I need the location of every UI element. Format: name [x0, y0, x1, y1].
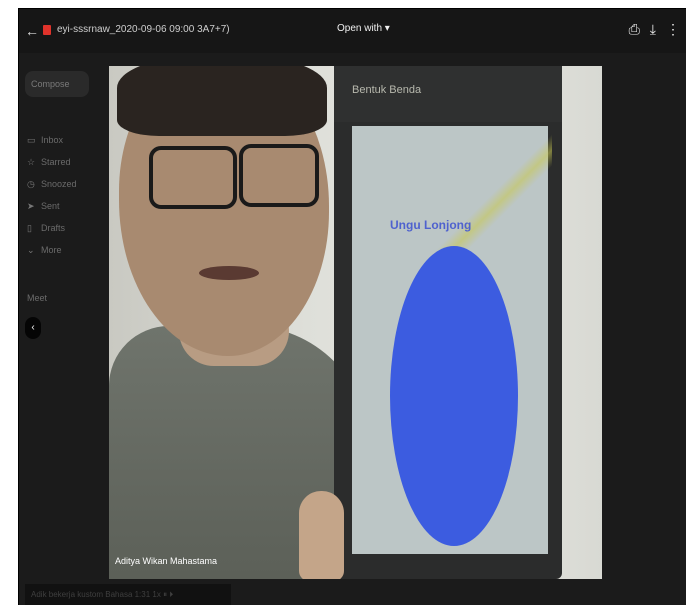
video-file-icon	[43, 25, 51, 35]
collapse-panel-button[interactable]: ‹	[25, 317, 41, 339]
open-with-button[interactable]: Open with ▾	[331, 21, 396, 36]
draft-icon: ▯	[27, 223, 32, 233]
chevron-icon: ⌄	[27, 245, 35, 255]
file-name: eyi-sssrnaw_2020-09-06 09:00 3A7+7)	[57, 24, 230, 35]
clock-icon: ◷	[27, 179, 35, 189]
inbox-icon: ▭	[27, 135, 36, 145]
blue-oval-shape	[390, 246, 518, 546]
playback-controls-bar[interactable]: Adik bekerja kustom Bahasa 1:31 1x ⏸ ⏵	[25, 584, 231, 605]
background-gmail-right	[616, 53, 686, 605]
viewer-toolbar: ← eyi-sssrnaw_2020-09-06 09:00 3A7+7) Op…	[19, 9, 686, 53]
toolbar-actions: ⎙ ⤓ ⋮	[629, 21, 680, 38]
person-mouth	[199, 266, 259, 280]
sidebar-item-drafts[interactable]: ▯ Drafts	[27, 223, 65, 234]
phone-app-canvas: Ungu Lonjong	[352, 126, 552, 554]
sidebar-item-sent[interactable]: ➤ Sent	[27, 201, 60, 212]
video-player[interactable]: Bentuk Benda Ungu Lonjong Aditya Wikan M…	[109, 66, 602, 579]
glasses-left-lens	[149, 146, 237, 209]
print-icon[interactable]: ⎙	[629, 21, 640, 38]
sidebar-meet-label: Meet	[27, 293, 48, 303]
sidebar-item-starred[interactable]: ☆ Starred	[27, 157, 71, 168]
person-hair	[117, 66, 327, 136]
video-viewer-window: ← eyi-sssrnaw_2020-09-06 09:00 3A7+7) Op…	[18, 8, 686, 605]
back-arrow-icon[interactable]: ←	[25, 23, 39, 39]
download-icon[interactable]: ⤓	[650, 21, 656, 38]
glasses-right-lens	[239, 144, 319, 207]
send-icon: ➤	[27, 201, 35, 211]
more-vert-icon[interactable]: ⋮	[666, 21, 680, 38]
participant-name: Aditya Wikan Mahastama	[115, 556, 218, 566]
phone-app-bar: Bentuk Benda	[334, 66, 562, 122]
star-icon: ☆	[27, 157, 36, 167]
phone-device: Bentuk Benda Ungu Lonjong	[334, 66, 562, 579]
sidebar-item-snoozed[interactable]: ◷ Snoozed	[27, 179, 77, 190]
sidebar-item-more[interactable]: ⌄ More	[27, 245, 62, 256]
shape-label: Ungu Lonjong	[390, 218, 472, 232]
person-finger	[299, 491, 344, 579]
phone-app-title: Bentuk Benda	[352, 84, 422, 96]
compose-button[interactable]: Compose	[25, 71, 89, 97]
sidebar-item-inbox[interactable]: ▭ Inbox	[27, 135, 63, 146]
